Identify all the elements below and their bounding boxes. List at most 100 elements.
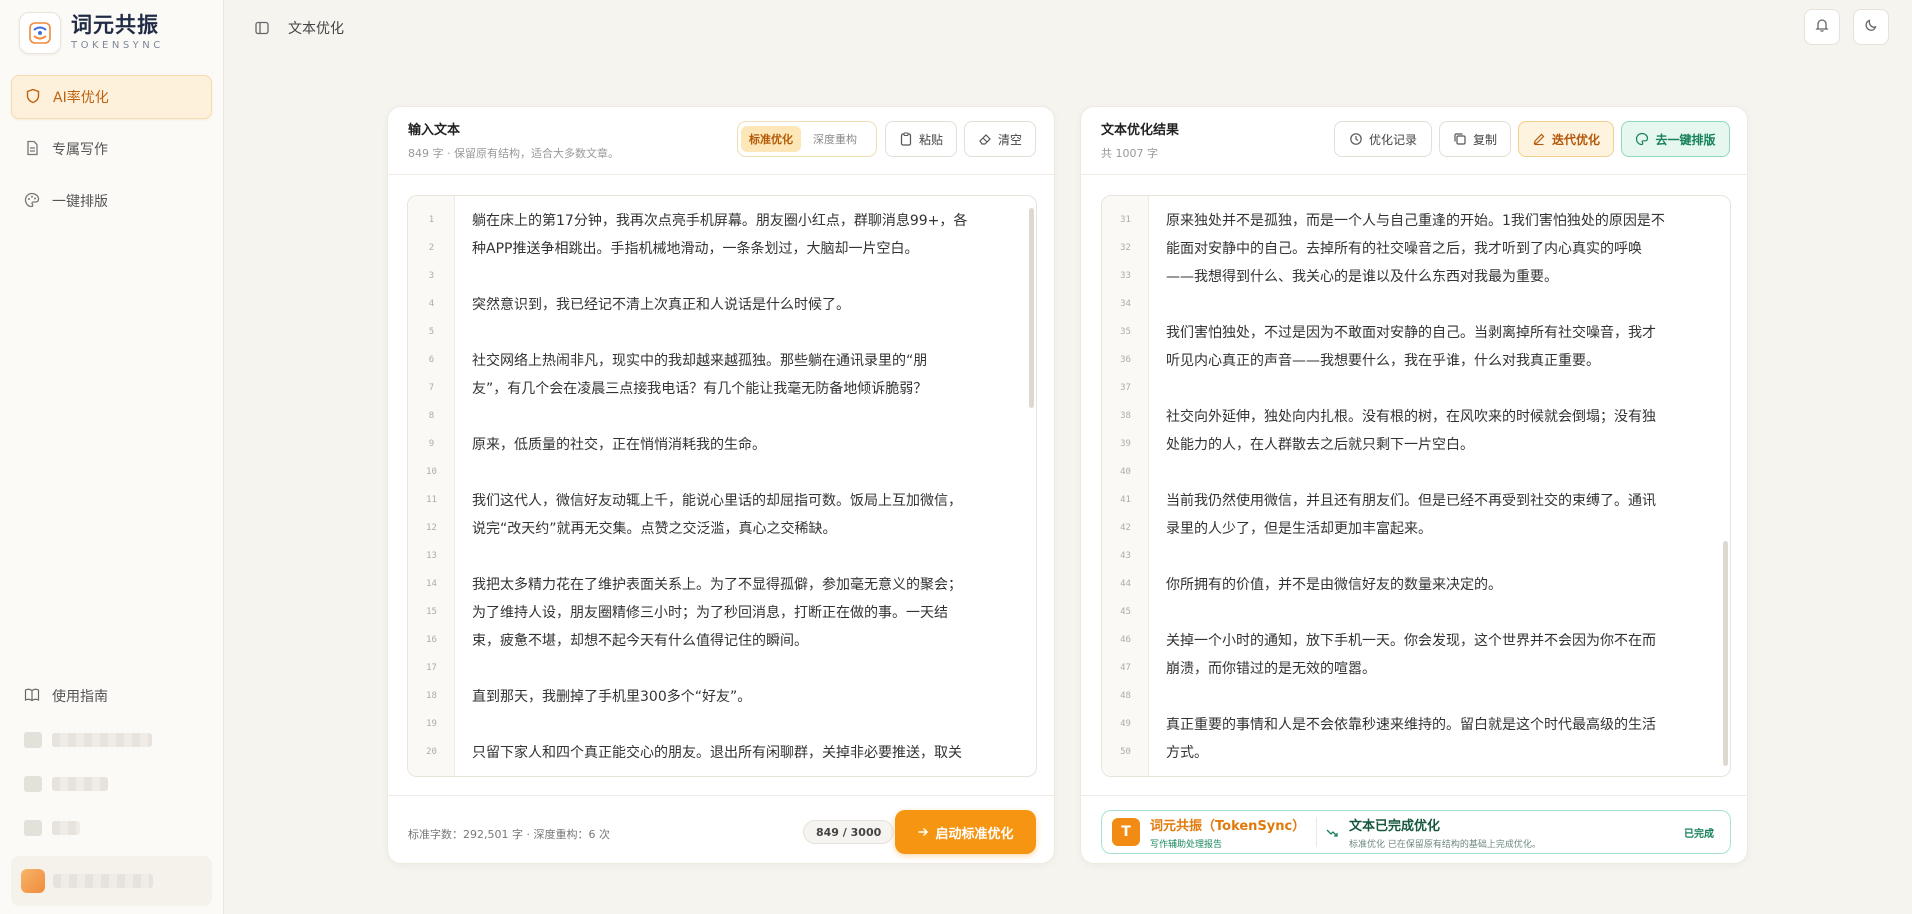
line-number: 50 xyxy=(1120,747,1131,757)
editor-line: 38 社交向外延伸，独处向内扎根。没有根的树，在风吹来的时候就会倒塌；没有独 xyxy=(1102,402,1730,430)
sidebar-item-ai-rate[interactable]: AI率优化 xyxy=(11,75,212,119)
editor-line: 50 方式。 xyxy=(1102,738,1730,766)
line-text: 能面对安静中的自己。去掉所有的社交噪音之后，我才听到了内心真实的呼唤 xyxy=(1166,241,1642,257)
line-number: 18 xyxy=(426,691,437,701)
line-number: 31 xyxy=(1120,215,1131,225)
guide-label: 使用指南 xyxy=(52,689,108,705)
line-text: 说完“改天约”就再无交集。点赞之交泛滥，真心之交稀缺。 xyxy=(472,521,837,537)
sidebar-item-writing[interactable]: 专属写作 xyxy=(11,127,212,171)
clear-button[interactable]: 清空 xyxy=(964,121,1036,157)
editor-line: 42 录里的人少了，但是生活却更加丰富起来。 xyxy=(1102,514,1730,542)
mode-selector: 标准优化 深度重构 xyxy=(737,121,877,157)
blurred-item[interactable] xyxy=(11,762,212,806)
sidebar-item-label: 一键排版 xyxy=(52,194,108,210)
editor-line: 19 xyxy=(408,710,1036,738)
brand[interactable]: 词元共振 TOKENSYNC xyxy=(19,12,164,54)
iterate-button[interactable]: 迭代优化 xyxy=(1518,121,1614,157)
clipboard-icon xyxy=(899,132,913,146)
sidebar-nav: AI率优化 专属写作 一键排版 xyxy=(11,75,212,231)
mode-standard-button[interactable]: 标准优化 xyxy=(741,126,801,152)
line-text: 崩溃，而你错过的是无效的喧嚣。 xyxy=(1166,661,1376,677)
line-text: 我把太多精力花在了维护表面关系上。为了不显得孤僻，参加毫无意义的聚会； xyxy=(472,577,962,593)
notification-button[interactable] xyxy=(1804,9,1840,45)
line-text: 社交向外延伸，独处向内扎根。没有根的树，在风吹来的时候就会倒塌；没有独 xyxy=(1166,409,1656,425)
line-text: 方式。 xyxy=(1166,745,1208,761)
editor-line: 46 关掉一个小时的通知，放下手机一天。你会发现，这个世界并不会因为你不在而 xyxy=(1102,626,1730,654)
palette-icon xyxy=(24,192,42,210)
line-number: 3 xyxy=(428,271,435,281)
line-text: 关掉一个小时的通知，放下手机一天。你会发现，这个世界并不会因为你不在而 xyxy=(1166,633,1656,649)
paste-button[interactable]: 粘贴 xyxy=(885,121,957,157)
line-number: 35 xyxy=(1120,327,1131,337)
editor-line: 18 直到那天，我删掉了手机里300多个“好友”。 xyxy=(408,682,1036,710)
line-number: 20 xyxy=(426,747,437,757)
char-counter: 849 / 3000 xyxy=(803,820,895,844)
line-text: 原来，低质量的社交，正在悄悄消耗我的生命。 xyxy=(472,437,766,453)
line-number: 40 xyxy=(1120,467,1131,477)
brand-subtitle: TOKENSYNC xyxy=(71,40,164,51)
result-viewer[interactable]: 31 原来独处并不是孤独，而是一个人与自己重逢的开始。1我们害怕独处的原因是不 32… xyxy=(1101,195,1731,777)
line-text: 录里的人少了，但是生活却更加丰富起来。 xyxy=(1166,521,1432,537)
line-number: 11 xyxy=(426,495,437,505)
line-number: 10 xyxy=(426,467,437,477)
input-scrollbar[interactable] xyxy=(1029,208,1034,408)
editor-line: 37 xyxy=(1102,374,1730,402)
line-number: 46 xyxy=(1120,635,1131,645)
history-button[interactable]: 优化记录 xyxy=(1334,121,1432,157)
result-subtitle: 共 1007 字 xyxy=(1101,147,1158,160)
history-icon xyxy=(1349,132,1363,146)
theme-toggle-button[interactable] xyxy=(1853,9,1889,45)
editor-line: 14 我把太多精力花在了维护表面关系上。为了不显得孤僻，参加毫无意义的聚会； xyxy=(408,570,1036,598)
editor-line: 13 xyxy=(408,542,1036,570)
line-number: 39 xyxy=(1120,439,1131,449)
editor-line: 35 我们害怕独处，不过是因为不敢面对安静的自己。当剥离掉所有社交噪音，我才 xyxy=(1102,318,1730,346)
editor-line: 31 原来独处并不是孤独，而是一个人与自己重逢的开始。1我们害怕独处的原因是不 xyxy=(1102,206,1730,234)
input-editor[interactable]: 1 躺在床上的第17分钟，我再次点亮手机屏幕。朋友圈小红点，群聊消息99+，各 2 种… xyxy=(407,195,1037,777)
line-text: ——我想得到什么、我关心的是谁以及什么东西对我最为重要。 xyxy=(1166,269,1558,285)
line-text: 当前我仍然使用微信，并且还有朋友们。但是已经不再受到社交的束缚了。通讯 xyxy=(1166,493,1656,509)
line-number: 42 xyxy=(1120,523,1131,533)
copy-icon xyxy=(1453,132,1467,146)
history-label: 优化记录 xyxy=(1368,132,1417,147)
clear-label: 清空 xyxy=(997,132,1022,147)
page-title: 文本优化 xyxy=(288,21,344,37)
line-number: 47 xyxy=(1120,663,1131,673)
user-profile[interactable] xyxy=(11,856,212,906)
editor-line: 48 xyxy=(1102,682,1730,710)
editor-line: 15 为了维持人设，朋友圈精修三小时；为了秒回消息，打断正在做的事。一天结 xyxy=(408,598,1036,626)
line-number: 32 xyxy=(1120,243,1131,253)
editor-line: 3 xyxy=(408,262,1036,290)
layout-button[interactable]: 去一键排版 xyxy=(1621,121,1730,157)
copy-button[interactable]: 复制 xyxy=(1439,121,1511,157)
editor-line: 41 当前我仍然使用微信，并且还有朋友们。但是已经不再受到社交的束缚了。通讯 xyxy=(1102,486,1730,514)
line-number: 13 xyxy=(426,551,437,561)
editor-line: 17 xyxy=(408,654,1036,682)
line-text: 我们这代人，微信好友动辄上千，能说心里话的却屈指可数。饭局上互加微信， xyxy=(472,493,962,509)
line-number: 16 xyxy=(426,635,437,645)
editor-line: 20 只留下家人和四个真正能交心的朋友。退出所有闲聊群，关掉非必要推送，取关 xyxy=(408,738,1036,766)
line-text: 突然意识到，我已经记不清上次真正和人说话是什么时候了。 xyxy=(472,297,850,313)
line-number: 44 xyxy=(1120,579,1131,589)
line-number: 33 xyxy=(1120,271,1131,281)
arrow-right-icon xyxy=(917,826,929,838)
blurred-item[interactable] xyxy=(11,718,212,762)
line-number: 45 xyxy=(1120,607,1131,617)
guide-link[interactable]: 使用指南 xyxy=(11,674,212,718)
report-divider xyxy=(1316,817,1317,847)
sidebar-item-layout[interactable]: 一键排版 xyxy=(11,179,212,223)
report-status-title: 文本已完成优化 xyxy=(1349,818,1441,834)
line-text: 束，疲惫不堪，却想不起今天有什么值得记住的瞬间。 xyxy=(472,633,808,649)
sidebar: 词元共振 TOKENSYNC AI率优化 专属写作 一键排版 使用指南 xyxy=(0,0,224,914)
editor-line: 32 能面对安静中的自己。去掉所有的社交噪音之后，我才听到了内心真实的呼唤 xyxy=(1102,234,1730,262)
sidebar-toggle-icon[interactable] xyxy=(254,20,270,36)
bell-icon xyxy=(1814,17,1830,37)
input-panel: 输入文本 849 字 · 保留原有结构，适合大多数文章。 标准优化 深度重构 粘… xyxy=(387,106,1055,864)
blurred-item[interactable] xyxy=(11,806,212,850)
start-optimize-button[interactable]: 启动标准优化 xyxy=(895,810,1036,854)
editor-line: 8 xyxy=(408,402,1036,430)
sidebar-item-label: AI率优化 xyxy=(53,90,109,106)
editor-line: 6 社交网络上热闹非凡，现实中的我却越来越孤独。那些躺在通讯录里的“朋 xyxy=(408,346,1036,374)
mode-deep-button[interactable]: 深度重构 xyxy=(805,126,865,152)
result-scrollbar[interactable] xyxy=(1723,541,1728,766)
line-number: 14 xyxy=(426,579,437,589)
